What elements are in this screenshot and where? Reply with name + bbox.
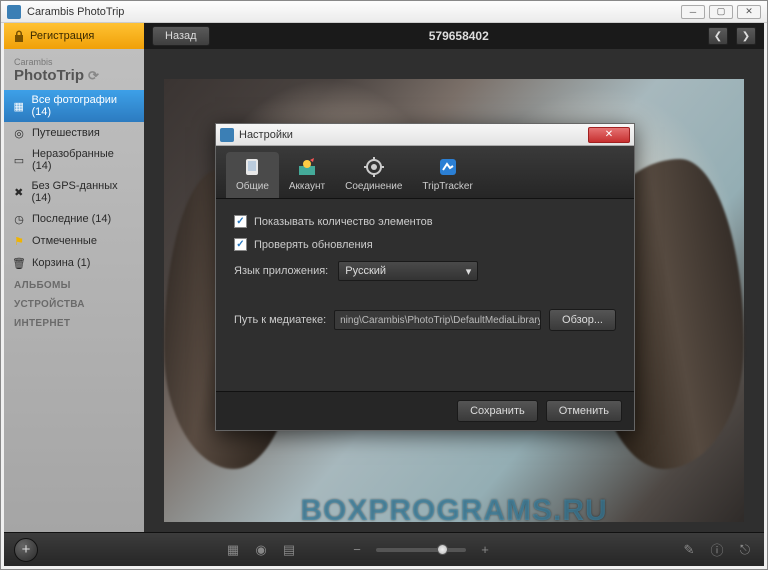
close-button[interactable]: ✕	[737, 5, 761, 19]
dialog-title: Настройки	[239, 129, 588, 141]
language-select[interactable]: Русский ▾	[338, 261, 478, 281]
window-title: Carambis PhotoTrip	[27, 6, 681, 18]
language-value: Русский	[345, 265, 386, 277]
tab-label: Аккаунт	[289, 181, 325, 192]
lock-icon	[14, 30, 24, 42]
bottom-toolbar: + ▦ ◉ ▤ − + ✎ ⓘ ⎋	[4, 532, 764, 566]
tab-icon-3	[437, 156, 459, 178]
sidebar-item-1[interactable]: ◎ Путешествия	[4, 122, 144, 144]
photos-icon: ▦	[12, 99, 26, 113]
sidebar-item-label: Без GPS-данных (14)	[31, 180, 136, 204]
globe-icon[interactable]: ◉	[252, 541, 270, 559]
dialog-close-button[interactable]: ✕	[588, 127, 630, 143]
sidebar-item-0[interactable]: ▦ Все фотографии (14)	[4, 90, 144, 122]
back-label: Назад	[165, 30, 197, 42]
camera-icon: ◎	[12, 126, 26, 140]
sidebar-item-label: Путешествия	[32, 127, 100, 139]
sidebar-item-3[interactable]: ✖ Без GPS-данных (14)	[4, 176, 144, 208]
sidebar-item-5[interactable]: ⚑ Отмеченные	[4, 230, 144, 252]
language-label: Язык приложения:	[234, 265, 328, 277]
sidebar-section-1[interactable]: УСТРОЙСТВА	[4, 293, 144, 312]
next-button[interactable]: ❯	[736, 27, 756, 45]
settings-tab-общие[interactable]: Общие	[226, 152, 279, 198]
cancel-button[interactable]: Отменить	[546, 400, 622, 422]
share-icon[interactable]: ⎋	[736, 541, 754, 559]
register-label: Регистрация	[30, 30, 94, 42]
check-updates-label: Проверять обновления	[254, 239, 373, 251]
show-count-checkbox[interactable]: ✓	[234, 215, 247, 228]
save-button[interactable]: Сохранить	[457, 400, 538, 422]
show-count-label: Показывать количество элементов	[254, 216, 433, 228]
sidebar-item-6[interactable]: 🗑 Корзина (1)	[4, 252, 144, 274]
sidebar-item-label: Корзина (1)	[32, 257, 90, 269]
flag-icon: ⚑	[12, 234, 26, 248]
unsorted-icon: ▭	[12, 153, 26, 167]
tab-icon-1	[296, 156, 318, 178]
maximize-button[interactable]: ▢	[709, 5, 733, 19]
page-title: 579658402	[218, 29, 700, 43]
watermark: BOXPROGRAMS.RU	[300, 494, 607, 528]
settings-tab-triptracker[interactable]: TripTracker	[412, 152, 482, 198]
add-button[interactable]: +	[14, 538, 38, 562]
settings-dialog: Настройки ✕ Общие Аккаунт Соединение TripTr…	[215, 123, 635, 431]
sidebar-item-label: Неразобранные (14)	[32, 148, 136, 172]
zoom-out-icon[interactable]: −	[348, 541, 366, 559]
sidebar-item-label: Отмеченные	[32, 235, 97, 247]
no-gps-icon: ✖	[12, 185, 25, 199]
titlebar: Carambis PhotoTrip ─ ▢ ✕	[1, 1, 767, 23]
tab-label: Соединение	[345, 181, 402, 192]
prev-button[interactable]: ❮	[708, 27, 728, 45]
browse-button[interactable]: Обзор...	[549, 309, 616, 331]
register-button[interactable]: Регистрация	[4, 23, 144, 49]
edit-icon[interactable]: ✎	[680, 541, 698, 559]
sidebar-item-label: Все фотографии (14)	[32, 94, 136, 118]
refresh-icon[interactable]: ⟳	[88, 68, 99, 84]
mediapath-input[interactable]: ning\Carambis\PhotoTrip\DefaultMediaLibr…	[334, 310, 541, 330]
sidebar-item-2[interactable]: ▭ Неразобранные (14)	[4, 144, 144, 176]
info-icon[interactable]: ⓘ	[708, 541, 726, 559]
check-updates-checkbox[interactable]: ✓	[234, 238, 247, 251]
view-mode-icon[interactable]: ▦	[224, 541, 242, 559]
settings-tab-соединение[interactable]: Соединение	[335, 152, 412, 198]
chevron-down-icon: ▾	[466, 265, 472, 278]
sidebar: Carambis PhotoTrip ⟳ ▦ Все фотографии (14…	[4, 49, 144, 532]
minimize-button[interactable]: ─	[681, 5, 705, 19]
zoom-in-icon[interactable]: +	[476, 541, 494, 559]
list-icon[interactable]: ▤	[280, 541, 298, 559]
app-icon	[7, 5, 21, 19]
zoom-slider[interactable]	[376, 548, 466, 552]
tab-label: Общие	[236, 181, 269, 192]
sidebar-item-4[interactable]: ◷ Последние (14)	[4, 208, 144, 230]
tab-icon-2	[363, 156, 385, 178]
sidebar-item-label: Последние (14)	[32, 213, 111, 225]
sidebar-section-2[interactable]: ИНТЕРНЕТ	[4, 312, 144, 331]
brand-vendor: Carambis	[14, 57, 134, 67]
trash-icon: 🗑	[12, 256, 26, 270]
dialog-app-icon	[220, 128, 234, 142]
mediapath-label: Путь к медиатеке:	[234, 314, 326, 326]
brand-product: PhotoTrip	[14, 67, 84, 84]
settings-tab-аккаунт[interactable]: Аккаунт	[279, 152, 335, 198]
recent-icon: ◷	[12, 212, 26, 226]
tab-label: TripTracker	[422, 181, 472, 192]
back-button[interactable]: Назад	[152, 26, 210, 46]
sidebar-section-0[interactable]: АЛЬБОМЫ	[4, 274, 144, 293]
tab-icon-0	[241, 156, 263, 178]
brand: Carambis PhotoTrip ⟳	[4, 49, 144, 90]
mediapath-value: ning\Carambis\PhotoTrip\DefaultMediaLibr…	[340, 315, 541, 326]
